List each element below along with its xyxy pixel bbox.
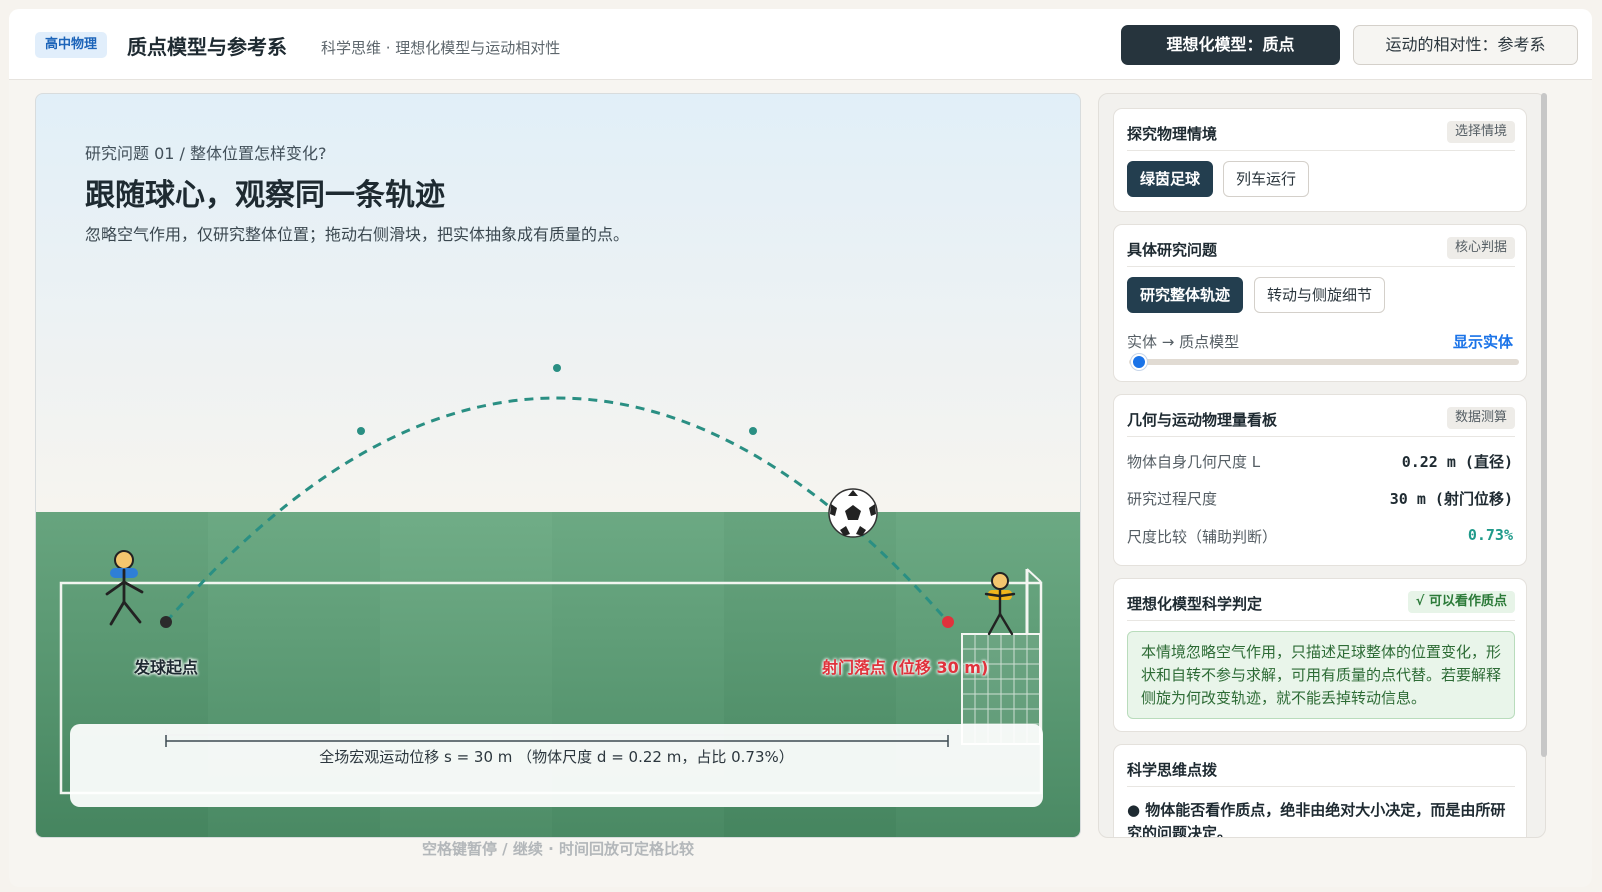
verdict-text: 本情境忽略空气作用，只描述足球整体的位置变化，形状和自转不参与求解，可用有质量的…: [1127, 631, 1515, 719]
question-label: 研究问题 01 / 整体位置怎样变化?: [85, 144, 327, 163]
question-card-tag: 核心判据: [1446, 237, 1515, 259]
page-title: 质点模型与参考系: [127, 35, 287, 59]
dashboard-row-value: 30 m (射门位移): [1389, 490, 1513, 508]
dashboard-title: 几何与运动物理量看板: [1127, 411, 1278, 429]
question-title: 跟随球心，观察同一条轨迹: [85, 178, 445, 213]
context-option-football[interactable]: 绿茵足球: [1127, 161, 1214, 197]
context-card: 探究物理情境 选择情境 绿茵足球 列车运行: [1113, 108, 1527, 212]
context-tag: 选择情境: [1446, 121, 1515, 143]
question-option-spin[interactable]: 转动与侧旋细节: [1254, 277, 1386, 313]
measurement-text: 全场宏观运动位移 s = 30 m （物体尺度 d = 0.22 m，占比 0.…: [319, 748, 794, 766]
start-point: [160, 616, 172, 628]
context-option-train[interactable]: 列车运行: [1223, 161, 1310, 197]
end-label: 射门落点 (位移 30 m): [822, 658, 989, 677]
dashboard-row-label: 物体自身几何尺度 L: [1127, 453, 1261, 471]
panel-scrollbar[interactable]: [1541, 93, 1547, 757]
page-subtitle: 科学思维 · 理想化模型与运动相对性: [321, 39, 561, 57]
verdict-tag: √ 可以看作质点: [1407, 591, 1515, 613]
dashboard-tag: 数据测算: [1446, 407, 1515, 429]
model-slider-handle[interactable]: [1131, 354, 1147, 370]
dashboard-row-value: 0.22 m (直径): [1401, 453, 1513, 471]
verdict-card: 理想化模型科学判定 √ 可以看作质点 本情境忽略空气作用，只描述足球整体的位置变…: [1113, 578, 1527, 732]
trajectory-marker: [553, 364, 561, 372]
measurement-panel: 全场宏观运动位移 s = 30 m （物体尺度 d = 0.22 m，占比 0.…: [70, 724, 1043, 807]
tips-text: ● 物体能否看作质点，绝非由绝对大小决定，而是由所研究的问题决定。: [1127, 801, 1506, 838]
control-panel[interactable]: 探究物理情境 选择情境 绿茵足球 列车运行 具体研究问题 核心判据 研究整体轨迹…: [1098, 93, 1546, 838]
slider-label: 实体 → 质点模型: [1127, 333, 1240, 351]
tips-title: 科学思维点拨: [1127, 761, 1218, 779]
trajectory-marker: [357, 427, 365, 435]
tips-card: 科学思维点拨 ● 物体能否看作质点，绝非由绝对大小决定，而是由所研究的问题决定。: [1113, 744, 1527, 838]
soccer-ball-icon: [828, 488, 878, 538]
model-slider-track[interactable]: [1129, 359, 1519, 365]
subject-badge: 高中物理: [35, 32, 108, 58]
dashboard-row-label: 尺度比较（辅助判断）: [1127, 528, 1278, 546]
context-title: 探究物理情境: [1127, 125, 1218, 143]
simulation-stage[interactable]: 全场宏观运动位移 s = 30 m （物体尺度 d = 0.22 m，占比 0.…: [35, 93, 1081, 838]
tab-ideal-model[interactable]: 理想化模型：质点: [1121, 25, 1340, 65]
keyboard-hint: 空格键暂停 / 继续 · 时间回放可定格比较: [421, 840, 695, 858]
show-entity-link[interactable]: 显示实体: [1453, 331, 1513, 352]
app-window: 高中物理 质点模型与参考系 科学思维 · 理想化模型与运动相对性 理想化模型：质…: [9, 9, 1592, 887]
dashboard-row-value: 0.73%: [1467, 526, 1513, 544]
question-card-title: 具体研究问题: [1127, 241, 1218, 259]
question-card: 具体研究问题 核心判据 研究整体轨迹 转动与侧旋细节 实体 → 质点模型 显示实…: [1113, 224, 1527, 382]
tab-reference-frame[interactable]: 运动的相对性：参考系: [1353, 25, 1578, 65]
question-option-trajectory[interactable]: 研究整体轨迹: [1127, 277, 1244, 313]
dashboard-card: 几何与运动物理量看板 数据测算 物体自身几何尺度 L 0.22 m (直径) 研…: [1113, 394, 1527, 566]
question-description: 忽略空气作用，仅研究整体位置；拖动右侧滑块，把实体抽象成有质量的点。: [85, 225, 630, 244]
end-point: [942, 616, 954, 628]
top-header: 高中物理 质点模型与参考系 科学思维 · 理想化模型与运动相对性 理想化模型：质…: [9, 9, 1592, 80]
start-label: 发球起点: [134, 658, 199, 677]
verdict-title: 理想化模型科学判定: [1127, 595, 1263, 613]
dashboard-row-label: 研究过程尺度: [1127, 490, 1218, 508]
trajectory-marker: [749, 427, 757, 435]
